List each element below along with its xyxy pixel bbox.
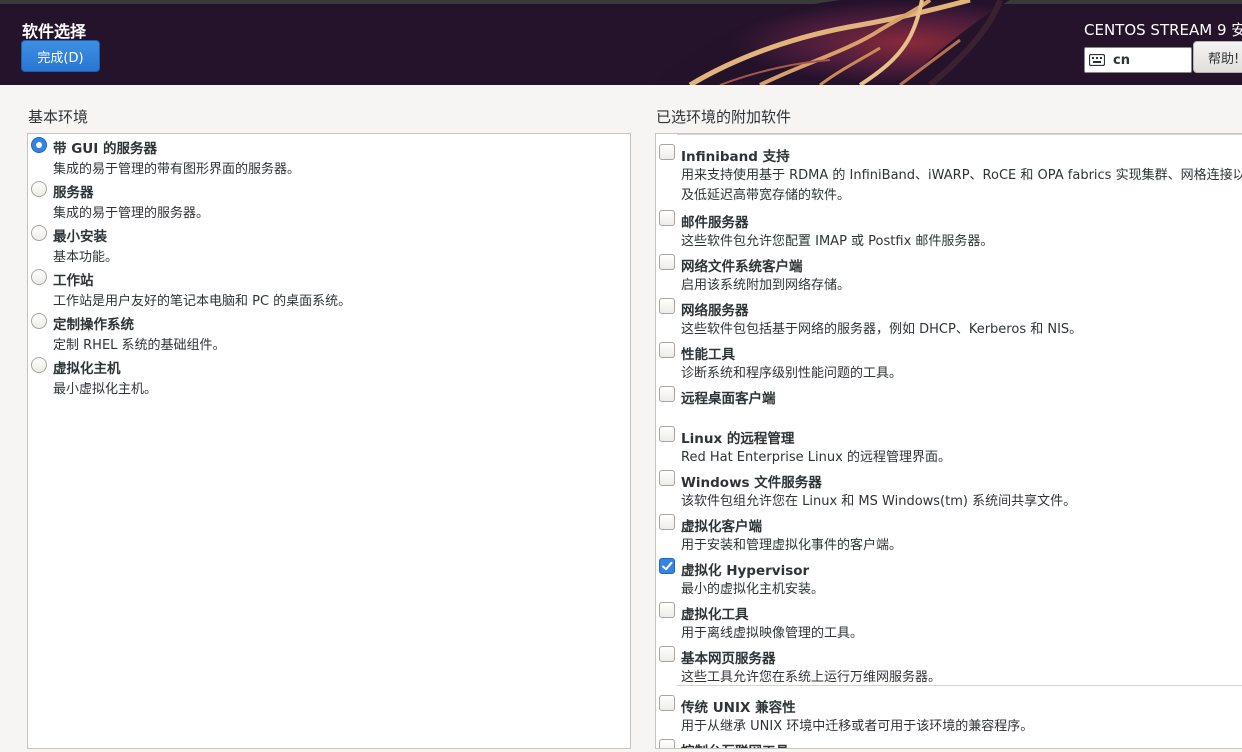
addon-title: 邮件服务器 (681, 215, 749, 231)
env-option-server-with-gui[interactable]: 带 GUI 的服务器 集成的易于管理的带有图形界面的服务器。 (28, 134, 628, 178)
checkbox[interactable] (659, 386, 675, 402)
addon-console-internet-tools[interactable]: 控制台互联网工具 (656, 733, 1242, 748)
checkbox[interactable] (659, 646, 675, 662)
addon-mail-server[interactable]: 邮件服务器 这些软件包允许您配置 IMAP 或 Postfix 邮件服务器。 (656, 204, 1242, 249)
addon-remote-management-linux[interactable]: Linux 的远程管理 Red Hat Enterprise Linux 的远程… (656, 420, 1242, 465)
addon-windows-file-server[interactable]: Windows 文件服务器 该软件包组允许您在 Linux 和 MS Windo… (656, 464, 1242, 509)
env-option-description: 定制 RHEL 系统的基础组件。 (53, 338, 226, 353)
header-background-art (0, 0, 1242, 85)
checkbox[interactable] (659, 514, 675, 530)
addon-title: Windows 文件服务器 (681, 475, 822, 491)
base-environment-list: 带 GUI 的服务器 集成的易于管理的带有图形界面的服务器。 服务器 集成的易于… (27, 133, 631, 749)
keyboard-layout-indicator[interactable]: cn (1084, 47, 1192, 73)
addon-nfs-client[interactable]: 网络文件系统客户端 启用该系统附加到网络存储。 (656, 248, 1242, 293)
addon-virtualization-hypervisor[interactable]: 虚拟化 Hypervisor 最小的虚拟化主机安装。 (656, 552, 1242, 597)
addon-title: 远程桌面客户端 (681, 391, 776, 407)
radio-button-selected[interactable] (31, 137, 47, 153)
header-bar: 软件选择 完成(D) CENTOS STREAM 9 安 cn 帮助! (0, 0, 1242, 85)
radio-button[interactable] (31, 357, 47, 373)
addon-title: 虚拟化 Hypervisor (681, 563, 810, 579)
checkbox[interactable] (659, 426, 675, 442)
env-option-description: 集成的易于管理的服务器。 (53, 206, 210, 221)
keyboard-layout-label: cn (1113, 52, 1130, 68)
list-separator (677, 134, 1242, 135)
env-option-description: 基本功能。 (53, 250, 119, 265)
checkbox-checked[interactable] (659, 558, 675, 574)
addon-title: 性能工具 (681, 347, 735, 363)
radio-button[interactable] (31, 313, 47, 329)
env-option-title: 带 GUI 的服务器 (53, 141, 157, 157)
product-name: CENTOS STREAM 9 安 (1084, 21, 1242, 39)
env-option-description: 集成的易于管理的带有图形界面的服务器。 (53, 162, 301, 177)
radio-button[interactable] (31, 225, 47, 241)
checkbox[interactable] (659, 602, 675, 618)
checkbox[interactable] (659, 470, 675, 486)
env-option-server[interactable]: 服务器 集成的易于管理的服务器。 (28, 178, 628, 222)
checkbox[interactable] (659, 342, 675, 358)
addon-virtualization-tools[interactable]: 虚拟化工具 用于离线虚拟映像管理的工具。 (656, 596, 1242, 641)
checkbox[interactable] (659, 739, 675, 748)
addon-basic-web-server[interactable]: 基本网页服务器 这些工具允许您在系统上运行万维网服务器。 (656, 640, 1242, 685)
base-environment-heading: 基本环境 (28, 108, 89, 126)
addon-title: 网络服务器 (681, 303, 749, 319)
addon-title: 传统 UNIX 兼容性 (681, 700, 796, 716)
checkbox[interactable] (659, 695, 675, 711)
addon-title: Infiniband 支持 (681, 149, 790, 165)
addon-title: 虚拟化客户端 (681, 519, 762, 535)
checkmark-icon (662, 561, 673, 571)
list-separator (677, 685, 1242, 686)
env-option-description: 工作站是用户友好的笔记本电脑和 PC 的桌面系统。 (53, 294, 352, 309)
addon-title: Linux 的远程管理 (681, 431, 795, 447)
addon-virtualization-client[interactable]: 虚拟化客户端 用于安装和管理虚拟化事件的客户端。 (656, 508, 1242, 553)
addon-title: 网络文件系统客户端 (681, 259, 803, 275)
addon-network-servers[interactable]: 网络服务器 这些软件包包括基于网络的服务器，例如 DHCP、Kerberos 和… (656, 292, 1242, 337)
done-button[interactable]: 完成(D) (21, 40, 100, 72)
page-title: 软件选择 (22, 22, 87, 41)
addon-performance-tools[interactable]: 性能工具 诊断系统和程序级别性能问题的工具。 (656, 336, 1242, 381)
checkbox[interactable] (659, 298, 675, 314)
addon-title: 基本网页服务器 (681, 651, 776, 667)
addon-title: 控制台互联网工具 (681, 740, 789, 748)
addon-description: 用来支持使用基于 RDMA 的 InfiniBand、iWARP、RoCE 和 … (681, 168, 1242, 203)
env-option-workstation[interactable]: 工作站 工作站是用户友好的笔记本电脑和 PC 的桌面系统。 (28, 266, 628, 310)
keyboard-icon (1089, 54, 1105, 66)
addon-title: 虚拟化工具 (681, 607, 749, 623)
env-option-custom-os[interactable]: 定制操作系统 定制 RHEL 系统的基础组件。 (28, 310, 628, 354)
env-option-title: 服务器 (53, 185, 94, 201)
env-option-title: 虚拟化主机 (53, 361, 121, 377)
env-option-title: 最小安装 (53, 229, 107, 245)
env-option-description: 最小虚拟化主机。 (53, 382, 158, 397)
env-option-minimal-install[interactable]: 最小安装 基本功能。 (28, 222, 628, 266)
env-option-virtualization-host[interactable]: 虚拟化主机 最小虚拟化主机。 (28, 354, 628, 398)
checkbox[interactable] (659, 210, 675, 226)
addons-heading: 已选环境的附加软件 (656, 108, 792, 126)
addon-remote-desktop-clients[interactable]: 远程桌面客户端 (656, 380, 1242, 420)
addon-list: Infiniband 支持 用来支持使用基于 RDMA 的 InfiniBand… (655, 133, 1242, 749)
addon-infiniband[interactable]: Infiniband 支持 用来支持使用基于 RDMA 的 InfiniBand… (656, 138, 1242, 204)
checkbox[interactable] (659, 144, 675, 160)
radio-button[interactable] (31, 269, 47, 285)
env-option-title: 工作站 (53, 273, 94, 289)
radio-button[interactable] (31, 181, 47, 197)
help-button[interactable]: 帮助! (1193, 41, 1242, 73)
checkbox[interactable] (659, 254, 675, 270)
env-option-title: 定制操作系统 (53, 317, 134, 333)
addon-legacy-unix-compat[interactable]: 传统 UNIX 兼容性 用于从继承 UNIX 环境中迁移或者可用于该环境的兼容程… (656, 689, 1242, 734)
